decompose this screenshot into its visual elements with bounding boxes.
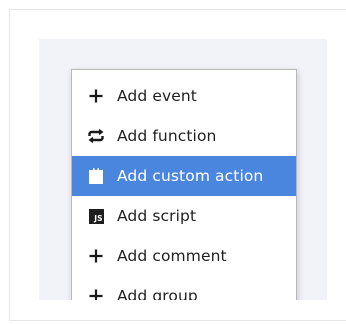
menu-item-label: Add comment bbox=[117, 247, 227, 265]
menu-item-add-script[interactable]: JS Add script bbox=[72, 196, 296, 236]
plus-icon bbox=[87, 247, 105, 265]
menu-item-add-comment[interactable]: Add comment bbox=[72, 236, 296, 276]
menu-item-label: Add event bbox=[117, 87, 197, 105]
menu-item-label: Add script bbox=[117, 207, 197, 225]
context-menu: Add event Add function Add custom action bbox=[71, 69, 297, 300]
menu-item-add-event[interactable]: Add event bbox=[72, 76, 296, 116]
menu-item-add-group[interactable]: Add group bbox=[72, 276, 296, 300]
menu-item-add-function[interactable]: Add function bbox=[72, 116, 296, 156]
menu-item-add-custom-action[interactable]: Add custom action bbox=[72, 156, 296, 196]
plus-icon bbox=[87, 287, 105, 300]
menu-item-label: Add group bbox=[117, 287, 198, 300]
puzzle-piece-icon bbox=[87, 167, 105, 185]
js-icon-text: JS bbox=[88, 208, 104, 224]
menu-item-label: Add custom action bbox=[117, 167, 264, 185]
menu-item-label: Add function bbox=[117, 127, 217, 145]
repeat-arrows-icon bbox=[87, 127, 105, 145]
editor-panel: Add event Add function Add custom action bbox=[39, 39, 327, 300]
plus-icon bbox=[87, 87, 105, 105]
js-icon: JS bbox=[87, 207, 105, 225]
